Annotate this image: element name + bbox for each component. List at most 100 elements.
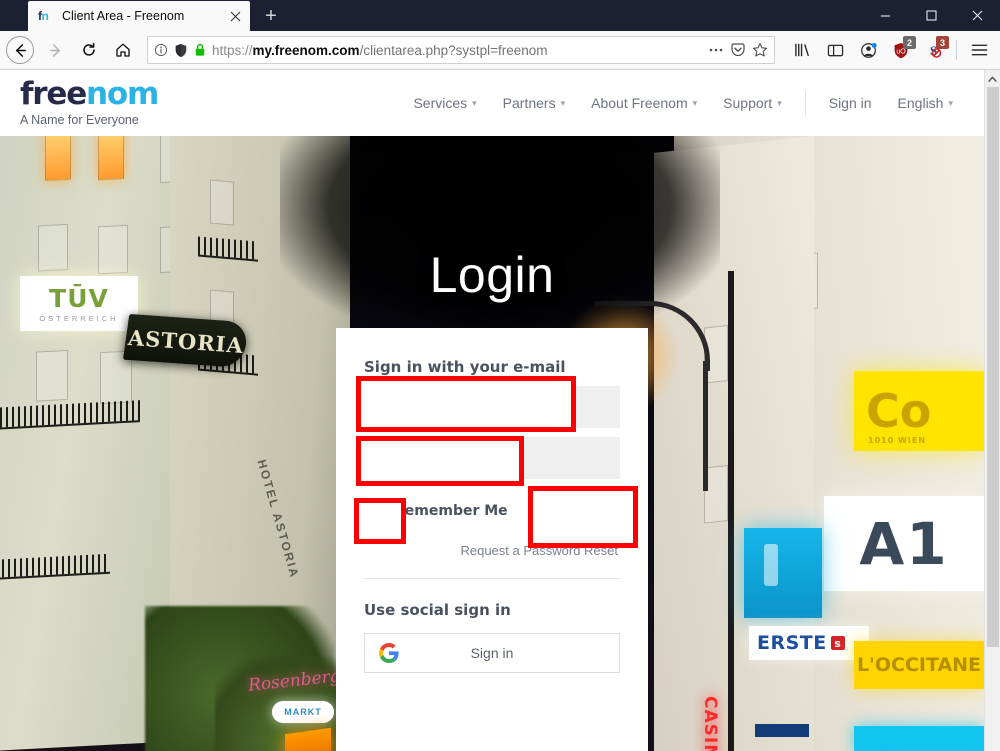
tab-close-icon[interactable] <box>226 7 244 25</box>
chevron-down-icon: ▾ <box>692 97 698 108</box>
ublock-origin-icon[interactable]: uO 2 <box>886 35 916 65</box>
login-button[interactable]: Login <box>544 493 620 529</box>
billboard-co-text: Co <box>866 384 932 438</box>
back-button-icon[interactable] <box>6 36 34 64</box>
close-button[interactable] <box>954 0 1000 31</box>
password-field[interactable]: ●●●●●●●●●●●●●●● <box>364 437 620 479</box>
url-bar[interactable]: https://my.freenom.com/clientarea.php?sy… <box>147 36 775 64</box>
nav-label: Partners <box>502 95 556 111</box>
page-viewport: freenom A Name for Everyone Services ▾ P… <box>0 70 1000 751</box>
reload-button-icon[interactable] <box>73 35 105 65</box>
markt-sign: MARKT <box>272 701 334 723</box>
pocket-icon[interactable] <box>730 42 746 58</box>
billboard-erste-bank: ERSTE s <box>749 626 869 660</box>
email-section-label: Sign in with your e-mail <box>364 358 566 376</box>
social-signin-label: Use social sign in <box>364 601 511 619</box>
svg-text:uO: uO <box>896 48 906 55</box>
password-reset-link[interactable]: Request a Password Reset <box>364 543 620 558</box>
forward-button-icon[interactable] <box>39 35 71 65</box>
freenom-logo-text: freenom <box>20 76 159 112</box>
nav-item-sign-in[interactable]: Sign in <box>816 95 885 111</box>
noscript-icon[interactable]: S 3 <box>919 35 949 65</box>
nav-item-partners[interactable]: Partners ▾ <box>490 95 578 111</box>
login-card: Sign in with your e-mail redacted@gmail.… <box>336 328 648 751</box>
lock-icon[interactable] <box>194 43 206 57</box>
tab-title: Client Area - Freenom <box>62 9 185 23</box>
freenom-page: freenom A Name for Everyone Services ▾ P… <box>0 70 984 751</box>
page-actions-ellipsis-icon[interactable] <box>708 47 724 53</box>
toolbar-divider <box>956 40 957 60</box>
bookmark-star-icon[interactable] <box>752 42 768 58</box>
tracking-protection-shield-icon[interactable] <box>174 43 188 58</box>
sidebar-icon[interactable] <box>820 35 850 65</box>
browser-tab[interactable]: fn Client Area - Freenom <box>28 1 250 31</box>
scrollbar-up-arrow[interactable] <box>985 70 1000 87</box>
google-signin-button[interactable]: Sign in <box>364 633 620 673</box>
scrollbar-thumb[interactable] <box>987 87 999 647</box>
remember-me-label: Remember Me <box>394 503 508 519</box>
street-pole <box>728 271 734 751</box>
phone-graphic <box>764 544 778 586</box>
nav-divider <box>804 90 806 116</box>
new-tab-button[interactable]: + <box>256 1 286 31</box>
url-text[interactable]: https://my.freenom.com/clientarea.php?sy… <box>212 43 698 58</box>
nav-item-support[interactable]: Support ▾ <box>710 95 795 111</box>
billboard-cyan-bar <box>854 726 984 751</box>
nav-item-about-freenom[interactable]: About Freenom ▾ <box>578 95 710 111</box>
minimize-button[interactable] <box>862 0 908 31</box>
nav-label: Services <box>413 95 468 111</box>
maximize-button[interactable] <box>908 0 954 31</box>
hero-dark-overlay <box>280 136 720 336</box>
nav-label: English <box>897 95 944 111</box>
remember-me-checkbox[interactable] <box>364 501 384 521</box>
site-tagline: A Name for Everyone <box>20 113 139 127</box>
loccitane-text: L'OCCITANE <box>856 654 982 676</box>
casino-neon-sign: CASINO <box>700 696 720 751</box>
billboard-loccitane: L'OCCITANE <box>854 641 984 689</box>
billboard-a1-text: A1 <box>859 509 949 578</box>
page-title: Login <box>429 247 555 303</box>
hero-section: TŪV ÖSTERREICH ASTORIA HOTEL ASTORIA Ros… <box>0 136 984 751</box>
browser-toolbar-icons: uO 2 S 3 <box>783 35 994 65</box>
nav-label: Support <box>723 95 773 111</box>
nav-item-language[interactable]: English ▾ <box>885 95 966 111</box>
blue-shop-sign <box>755 724 809 737</box>
browser-navigation-bar: https://my.freenom.com/clientarea.php?sy… <box>0 31 1000 70</box>
erste-s-logo-icon: s <box>830 636 845 650</box>
erste-text: ERSTE <box>757 632 827 654</box>
noscript-badge: 3 <box>936 36 949 49</box>
nav-label: Sign in <box>828 95 872 111</box>
astoria-sign: ASTORIA <box>122 313 250 369</box>
card-divider <box>364 578 620 579</box>
logo-part-free: free <box>20 76 87 112</box>
home-button-icon[interactable] <box>107 35 139 65</box>
street-lamp-pole <box>703 361 708 491</box>
google-signin-label: Sign in <box>470 645 514 661</box>
chevron-down-icon: ▾ <box>560 97 566 108</box>
chevron-down-icon: ▾ <box>472 97 477 108</box>
account-icon[interactable] <box>853 35 883 65</box>
email-field-value: redacted@gmail.com <box>376 399 518 415</box>
nav-item-services[interactable]: Services ▾ <box>400 95 489 111</box>
site-navigation: Services ▾ Partners ▾ About Freenom ▾ Su… <box>400 90 966 116</box>
site-logo[interactable]: freenom A Name for Everyone <box>20 76 159 128</box>
page-scrollbar[interactable] <box>984 70 1000 751</box>
remember-me-row: Remember Me Login <box>364 493 620 529</box>
nav-label: About Freenom <box>591 95 688 111</box>
menu-icon[interactable] <box>964 35 994 65</box>
checkmark-icon <box>368 506 380 516</box>
password-field-value: ●●●●●●●●●●●●●●● <box>376 450 527 466</box>
site-header: freenom A Name for Everyone Services ▾ P… <box>0 70 984 136</box>
browser-titlebar: fn Client Area - Freenom + <box>0 0 1000 31</box>
identity-info-icon[interactable] <box>154 43 168 57</box>
freenom-favicon-icon: fn <box>38 9 49 23</box>
astoria-sign-text: ASTORIA <box>127 324 245 358</box>
browser-window: fn Client Area - Freenom + https://my.fr… <box>0 0 1000 751</box>
billboard-cyan-phone <box>744 528 822 618</box>
window-controls <box>862 0 1000 31</box>
library-icon[interactable] <box>787 35 817 65</box>
ublock-badge: 2 <box>903 36 916 49</box>
logo-part-nom: nom <box>86 76 159 112</box>
billboard-co: Co 1010 WIEN <box>854 371 984 451</box>
email-field[interactable]: redacted@gmail.com <box>364 386 620 428</box>
